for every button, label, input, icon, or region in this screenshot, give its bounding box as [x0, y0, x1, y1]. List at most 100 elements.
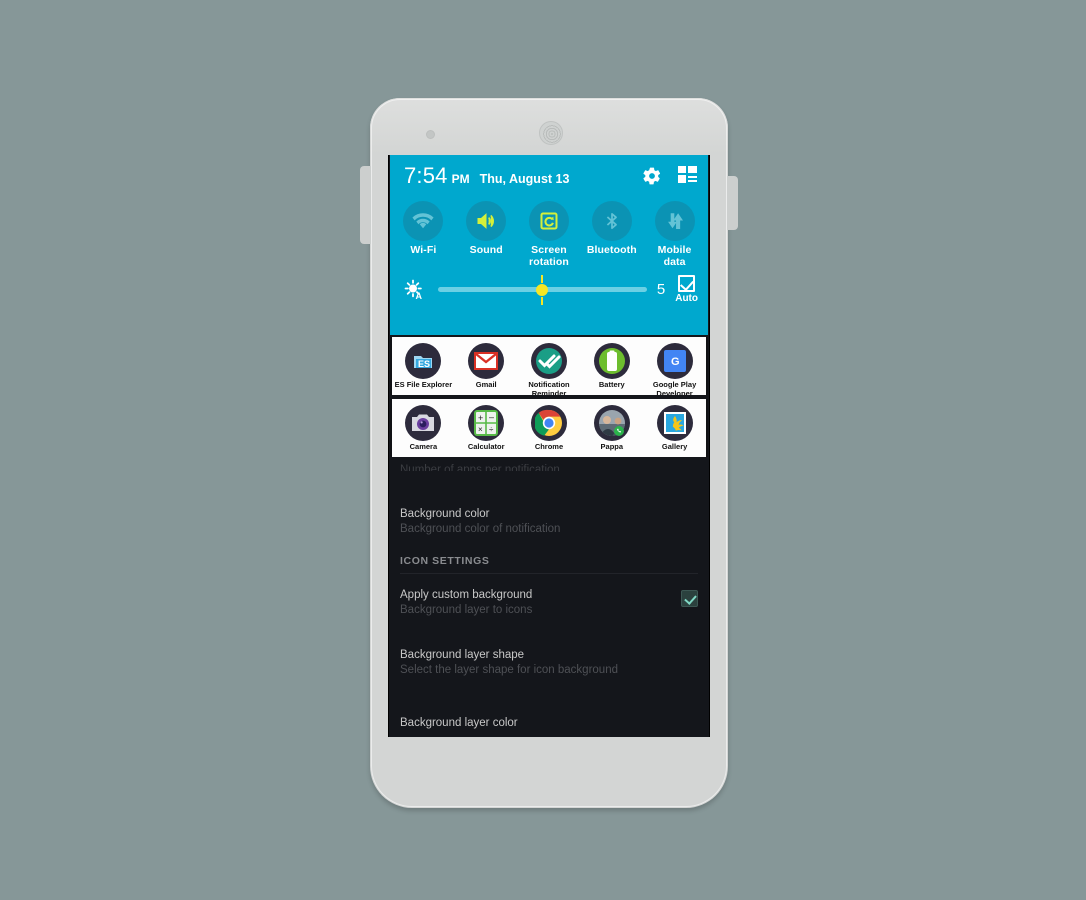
settings-preference-list: Number of apps per notification Backgrou… — [390, 457, 708, 737]
pref-background-layer-color[interactable]: Background layer color — [400, 710, 698, 733]
toggle-mobile-data-label-line2: data — [663, 255, 686, 268]
section-header-icon-settings: ICON SETTINGS — [400, 539, 698, 574]
app-item-chrome[interactable]: Chrome — [520, 405, 578, 452]
toggle-screen-rotation-label-line1: Screen — [531, 244, 567, 256]
pref-apply-custom-background[interactable]: Apply custom background Background layer… — [400, 574, 698, 620]
brightness-auto-checkbox[interactable]: Auto — [675, 275, 698, 304]
status-bar-actions — [642, 166, 698, 186]
toggle-sound[interactable]: Sound — [457, 201, 515, 268]
app-item-battery[interactable]: Battery — [583, 343, 641, 390]
brightness-auto-icon: A — [402, 278, 428, 302]
app-label-notification-reminder: Notification Reminder — [528, 380, 569, 395]
pref-background-layer-shape-summary: Select the layer shape for icon backgrou… — [400, 664, 618, 676]
svg-text:+: + — [478, 413, 483, 423]
svg-text:÷: ÷ — [489, 425, 494, 434]
auto-checkbox-box[interactable] — [678, 275, 696, 292]
app-label-google-play-developer: Google Play Developer — [653, 380, 696, 395]
svg-text:–: – — [489, 412, 494, 422]
pref-background-color-summary: Background color of notification — [400, 523, 561, 535]
toggle-screen-rotation-label: Screen rotation — [529, 244, 569, 268]
svg-text:G: G — [671, 356, 680, 368]
app-item-google-play-developer[interactable]: G Google Play Developer — [646, 343, 704, 395]
pref-background-layer-shape[interactable]: Background layer shape Select the layer … — [400, 642, 698, 680]
app-item-pappa[interactable]: Pappa — [583, 405, 641, 452]
app-item-gmail[interactable]: Gmail — [457, 343, 515, 390]
pref-number-of-apps[interactable]: Number of apps per notification — [400, 457, 698, 471]
clock-ampm: PM — [451, 172, 470, 186]
phone-screen: 7:54 PM Thu, August 13 Wi-Fi Sound Scree… — [388, 155, 710, 737]
toggle-screen-rotation-circle — [528, 201, 569, 241]
toggle-bluetooth-circle — [591, 201, 632, 241]
power-button[interactable] — [727, 176, 738, 230]
pref-background-color-title: Background color — [400, 508, 490, 520]
phone-device-frame: 7:54 PM Thu, August 13 Wi-Fi Sound Scree… — [360, 98, 738, 808]
front-camera-icon — [426, 130, 435, 139]
app-item-gallery[interactable]: Gallery — [646, 405, 704, 452]
screen-rotation-icon — [540, 212, 558, 230]
app-label-gmail: Gmail — [475, 380, 497, 389]
clock-time: 7:54 — [404, 163, 448, 188]
sound-icon — [477, 213, 495, 229]
quick-settings-panel: 7:54 PM Thu, August 13 Wi-Fi Sound Scree… — [390, 155, 708, 335]
app-label-es-file-explorer: ES File Explorer — [394, 380, 453, 389]
toggle-screen-rotation-label-line2: rotation — [529, 255, 569, 268]
notification-apps-row-1: ES ES File Explorer Gmail Notification R… — [390, 337, 708, 395]
pref-apply-custom-background-checkbox[interactable] — [681, 590, 698, 607]
app-label-chrome: Chrome — [534, 442, 564, 451]
app-label-notification-reminder-line2: Reminder — [531, 388, 567, 395]
calculator-icon: + – × ÷ — [468, 405, 505, 441]
svg-text:A: A — [416, 291, 423, 301]
google-play-developer-icon: G — [656, 343, 693, 379]
svg-text:ES: ES — [418, 359, 430, 369]
brightness-value: 5 — [656, 281, 666, 298]
multi-window-icon[interactable] — [678, 166, 698, 186]
toggle-bluetooth-label: Bluetooth — [586, 244, 637, 256]
toggle-mobile-data-label-line1: Mobile — [657, 244, 692, 256]
app-label-pappa: Pappa — [600, 442, 624, 451]
svg-text:×: × — [478, 425, 483, 434]
app-label-gallery: Gallery — [661, 442, 688, 451]
es-file-explorer-icon: ES — [405, 343, 442, 379]
toggle-wifi[interactable]: Wi-Fi — [394, 201, 452, 268]
notification-apps-row-2: Camera + – × ÷ Calculator Chrome Pappa G… — [390, 399, 708, 457]
brightness-row: A 5 Auto — [390, 268, 708, 308]
notification-reminder-icon — [530, 343, 567, 379]
app-item-camera[interactable]: Camera — [394, 405, 452, 452]
pref-background-layer-shape-title: Background layer shape — [400, 649, 525, 661]
screen-content: 7:54 PM Thu, August 13 Wi-Fi Sound Scree… — [389, 155, 709, 737]
pref-background-color[interactable]: Background color Background color of not… — [400, 501, 698, 539]
clock: 7:54 PM Thu, August 13 — [404, 163, 569, 189]
bluetooth-icon — [606, 212, 617, 230]
toggle-wifi-label: Wi-Fi — [410, 244, 437, 256]
chrome-icon — [530, 405, 567, 441]
toggle-wifi-circle — [403, 201, 444, 241]
toggle-sound-label: Sound — [469, 244, 503, 256]
brightness-slider-knob[interactable] — [536, 274, 549, 305]
pref-apply-custom-background-summary: Background layer to icons — [400, 604, 533, 616]
brightness-slider[interactable] — [438, 274, 647, 305]
app-item-calculator[interactable]: + – × ÷ Calculator — [457, 405, 515, 452]
gallery-icon — [656, 405, 693, 441]
pref-number-of-apps-title: Number of apps per notification — [400, 464, 560, 471]
contact-photo-icon — [593, 405, 630, 441]
toggle-bluetooth[interactable]: Bluetooth — [583, 201, 641, 268]
toggle-screen-rotation[interactable]: Screen rotation — [520, 201, 578, 268]
settings-gear-icon[interactable] — [642, 166, 662, 186]
auto-checkbox-label: Auto — [675, 293, 698, 304]
pref-apply-custom-background-title: Apply custom background — [400, 589, 533, 601]
clock-date: Thu, August 13 — [479, 172, 570, 186]
earpiece-speaker-icon — [539, 121, 563, 145]
app-item-notification-reminder[interactable]: Notification Reminder — [520, 343, 578, 395]
wifi-icon — [412, 213, 434, 229]
app-item-es-file-explorer[interactable]: ES ES File Explorer — [394, 343, 452, 390]
quick-toggle-row: Wi-Fi Sound Screen rotation Bluetooth Mo… — [390, 197, 708, 268]
volume-rocker-button[interactable] — [360, 166, 371, 244]
toggle-mobile-data[interactable]: Mobile data — [646, 201, 704, 268]
toggle-mobile-data-label: Mobile data — [657, 244, 692, 268]
toggle-mobile-data-circle — [654, 201, 695, 241]
gmail-icon — [468, 343, 505, 379]
app-label-calculator: Calculator — [467, 442, 505, 451]
